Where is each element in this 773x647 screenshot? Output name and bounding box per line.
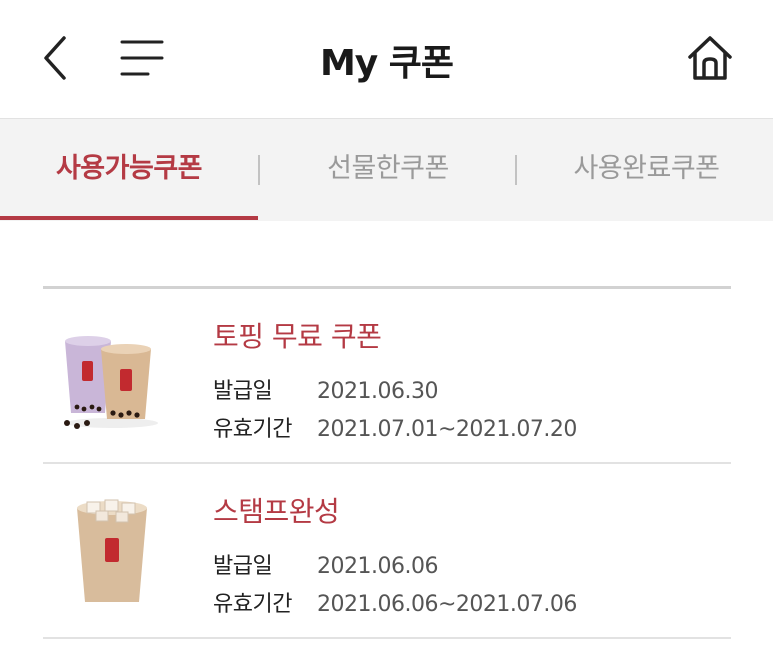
coupon-list: 토핑 무료 쿠폰 발급일 2021.06.30 유효기간 2021.07.01~20… — [43, 286, 731, 639]
issue-date-row: 발급일 2021.06.30 — [213, 373, 438, 405]
issue-date-row: 발급일 2021.06.06 — [213, 548, 438, 580]
home-icon[interactable] — [684, 33, 736, 83]
coupon-item[interactable]: 스탬프완성 발급일 2021.06.06 유효기간 2021.06.06~2021.… — [43, 464, 731, 639]
bubble-tea-duo-image — [57, 319, 167, 431]
valid-period-label: 유효기간 — [213, 417, 292, 442]
page-title: My 쿠폰 — [319, 43, 454, 84]
coupon-title: 스탬프완성 — [213, 495, 340, 528]
coupon-title: 토핑 무료 쿠폰 — [213, 320, 382, 353]
app-header: My 쿠폰 — [0, 0, 773, 118]
valid-period-row: 유효기간 2021.06.06~2021.07.06 — [213, 586, 577, 618]
tab-divider — [515, 155, 517, 185]
valid-period-label: 유효기간 — [213, 592, 292, 617]
valid-period-value: 2021.06.06~2021.07.06 — [317, 592, 577, 617]
issue-date-value: 2021.06.06 — [317, 554, 438, 579]
valid-period-row: 유효기간 2021.07.01~2021.07.20 — [213, 411, 577, 443]
tab-divider — [258, 155, 260, 185]
coupon-tabs: 사용가능쿠폰 선물한쿠폰 사용완료쿠폰 — [0, 118, 773, 221]
issue-date-label: 발급일 — [213, 554, 273, 579]
milk-tea-image — [57, 494, 167, 606]
issue-date-value: 2021.06.30 — [317, 379, 438, 404]
tab-used-coupons[interactable]: 사용완료쿠폰 — [520, 119, 773, 219]
issue-date-label: 발급일 — [213, 379, 273, 404]
active-tab-indicator — [0, 216, 258, 220]
coupon-item[interactable]: 토핑 무료 쿠폰 발급일 2021.06.30 유효기간 2021.07.01~20… — [43, 289, 731, 464]
valid-period-value: 2021.07.01~2021.07.20 — [317, 417, 577, 442]
tab-available-coupons[interactable]: 사용가능쿠폰 — [0, 119, 258, 219]
tab-gifted-coupons[interactable]: 선물한쿠폰 — [262, 119, 514, 219]
